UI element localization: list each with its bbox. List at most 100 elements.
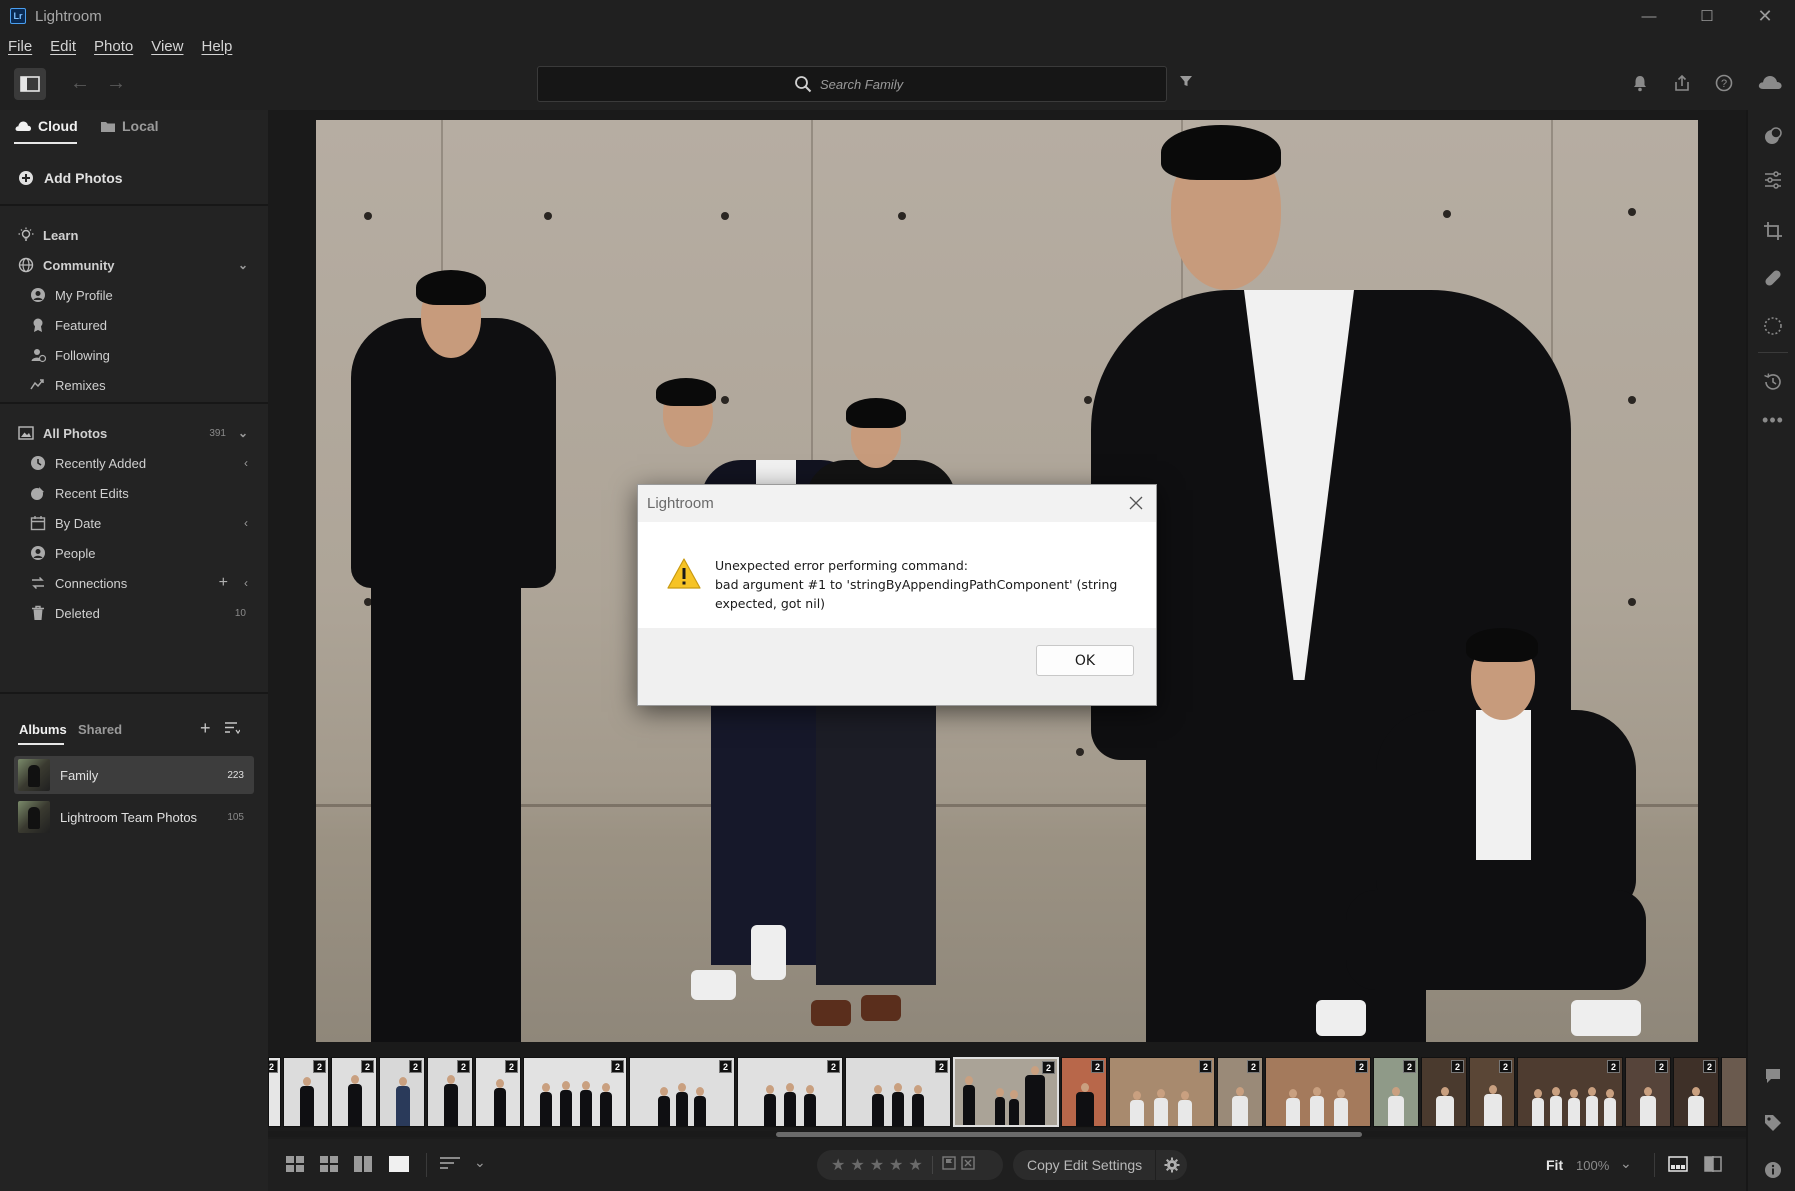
comments-icon[interactable]	[1763, 1066, 1783, 1086]
detail-view-icon[interactable]	[354, 1156, 372, 1175]
nav-my-profile[interactable]: My Profile	[0, 280, 268, 310]
square-grid-icon[interactable]	[286, 1156, 304, 1175]
crop-icon[interactable]	[1763, 221, 1783, 241]
filmstrip-thumbnail[interactable]: 2	[283, 1057, 329, 1127]
filmstrip-thumbnail[interactable]: 2	[1265, 1057, 1371, 1127]
search-input[interactable]	[820, 76, 910, 92]
filmstrip-thumbnail[interactable]: 2	[475, 1057, 521, 1127]
search-field[interactable]	[537, 66, 1167, 102]
more-options-icon[interactable]: •••	[1762, 410, 1783, 430]
nav-all-photos[interactable]: All Photos 391 ⌄	[0, 418, 268, 448]
bell-icon[interactable]	[1632, 74, 1648, 95]
filmstrip-thumbnail[interactable]	[1721, 1057, 1746, 1127]
filmstrip-scrollbar-thumb[interactable]	[776, 1132, 1362, 1137]
reject-flag-icon[interactable]	[961, 1155, 975, 1175]
filmstrip-thumbnail[interactable]: 2	[1373, 1057, 1419, 1127]
share-icon[interactable]	[1673, 74, 1691, 95]
chevron-left-icon[interactable]: ‹	[244, 576, 248, 590]
add-connection-icon[interactable]: +	[219, 574, 228, 592]
sort-lines-icon[interactable]	[440, 1156, 460, 1173]
album-item-family[interactable]: Family 223	[14, 756, 254, 794]
nav-recently-added[interactable]: Recently Added ‹	[0, 448, 268, 478]
filmstrip-thumbnail[interactable]: 2	[523, 1057, 627, 1127]
gear-icon[interactable]	[1155, 1150, 1187, 1180]
photo-grid-icon[interactable]	[320, 1156, 338, 1175]
chevron-down-icon[interactable]: ⌄	[238, 258, 248, 272]
cloud-sync-icon[interactable]	[1757, 73, 1783, 94]
nav-remixes[interactable]: Remixes	[0, 370, 268, 400]
nav-deleted[interactable]: Deleted 10	[0, 598, 268, 628]
star-icon[interactable]: ★	[908, 1155, 922, 1175]
nav-learn[interactable]: Learn	[0, 220, 268, 250]
help-icon[interactable]: ?	[1715, 74, 1733, 95]
filmstrip-thumbnail[interactable]: 2	[331, 1057, 377, 1127]
filmstrip-thumbnail[interactable]: 2	[629, 1057, 735, 1127]
filmstrip-toggle-icon[interactable]	[1668, 1156, 1688, 1175]
sort-dropdown-chevron-icon[interactable]: ⌄	[474, 1154, 486, 1171]
pick-flag-icon[interactable]	[942, 1155, 956, 1175]
copy-edit-settings-button[interactable]: Copy Edit Settings	[1013, 1150, 1187, 1180]
album-item-lightroom-team-photos[interactable]: Lightroom Team Photos 105	[14, 798, 254, 836]
sort-icon[interactable]	[224, 721, 241, 738]
menu-view[interactable]: View	[151, 38, 183, 55]
edit-sliders-icon[interactable]	[1763, 170, 1783, 190]
dialog-close-icon[interactable]	[1126, 493, 1146, 513]
menu-help[interactable]: Help	[201, 38, 232, 55]
minimize-button[interactable]: —	[1620, 0, 1678, 32]
tab-shared[interactable]: Shared	[78, 722, 122, 737]
maximize-button[interactable]: ☐	[1678, 0, 1736, 32]
filmstrip-thumbnail[interactable]: 2	[427, 1057, 473, 1127]
star-icon[interactable]: ★	[850, 1155, 864, 1175]
filmstrip-scrollbar[interactable]	[268, 1131, 1746, 1137]
filmstrip-thumbnail[interactable]: 2	[1061, 1057, 1107, 1127]
zoom-fit-button[interactable]: Fit	[1546, 1157, 1563, 1173]
filmstrip-thumbnail[interactable]: 2	[1217, 1057, 1263, 1127]
filmstrip-thumbnail[interactable]: 2	[845, 1057, 951, 1127]
filmstrip-thumbnail[interactable]: 2	[268, 1057, 281, 1127]
history-icon[interactable]	[1763, 372, 1783, 392]
filmstrip-thumbnail[interactable]: 2	[1517, 1057, 1623, 1127]
add-album-icon[interactable]: +	[200, 718, 211, 739]
nav-connections[interactable]: Connections + ‹	[0, 568, 268, 598]
filmstrip-thumbnail-selected[interactable]: 2	[953, 1057, 1059, 1127]
ok-button[interactable]: OK	[1036, 645, 1134, 676]
filmstrip-thumbnail[interactable]: 2	[1109, 1057, 1215, 1127]
tab-albums[interactable]: Albums	[19, 722, 67, 737]
star-icon[interactable]: ★	[870, 1155, 884, 1175]
menu-edit[interactable]: Edit	[50, 38, 76, 55]
nav-recent-edits[interactable]: Recent Edits	[0, 478, 268, 508]
tab-cloud[interactable]: Cloud	[14, 118, 78, 134]
filmstrip-thumbnail[interactable]: 2	[1625, 1057, 1671, 1127]
filmstrip-thumbnail[interactable]: 2	[1469, 1057, 1515, 1127]
compare-view-icon[interactable]	[1704, 1156, 1722, 1175]
add-photos-button[interactable]: Add Photos	[18, 170, 123, 186]
forward-arrow-icon[interactable]: →	[106, 72, 126, 95]
nav-by-date[interactable]: By Date ‹	[0, 508, 268, 538]
masking-icon[interactable]	[1763, 316, 1783, 336]
back-arrow-icon[interactable]: ←	[70, 72, 90, 95]
menu-photo[interactable]: Photo	[94, 38, 133, 55]
nav-following[interactable]: Following	[0, 340, 268, 370]
close-window-button[interactable]: ✕	[1736, 0, 1794, 32]
chevron-down-icon[interactable]: ⌄	[238, 426, 248, 440]
nav-community[interactable]: Community ⌄	[0, 250, 268, 280]
presets-icon[interactable]	[1763, 126, 1783, 146]
healing-icon[interactable]	[1763, 268, 1783, 288]
zoom-dropdown-chevron-icon[interactable]: ⌄	[1620, 1155, 1632, 1172]
filmstrip-thumbnail[interactable]: 2	[379, 1057, 425, 1127]
panel-toggle-button[interactable]	[14, 68, 46, 100]
star-icon[interactable]: ★	[831, 1155, 845, 1175]
zoom-level[interactable]: 100%	[1576, 1158, 1609, 1173]
filmstrip-thumbnail[interactable]: 2	[1421, 1057, 1467, 1127]
star-icon[interactable]: ★	[889, 1155, 903, 1175]
chevron-left-icon[interactable]: ‹	[244, 516, 248, 530]
filter-icon[interactable]	[1179, 74, 1193, 91]
nav-people[interactable]: People	[0, 538, 268, 568]
keyword-tag-icon[interactable]	[1763, 1113, 1783, 1133]
filmstrip-thumbnail[interactable]: 2	[1673, 1057, 1719, 1127]
menu-file[interactable]: File	[8, 38, 32, 55]
info-icon[interactable]	[1763, 1160, 1783, 1180]
chevron-left-icon[interactable]: ‹	[244, 456, 248, 470]
nav-featured[interactable]: Featured	[0, 310, 268, 340]
filmstrip-thumbnail[interactable]: 2	[737, 1057, 843, 1127]
